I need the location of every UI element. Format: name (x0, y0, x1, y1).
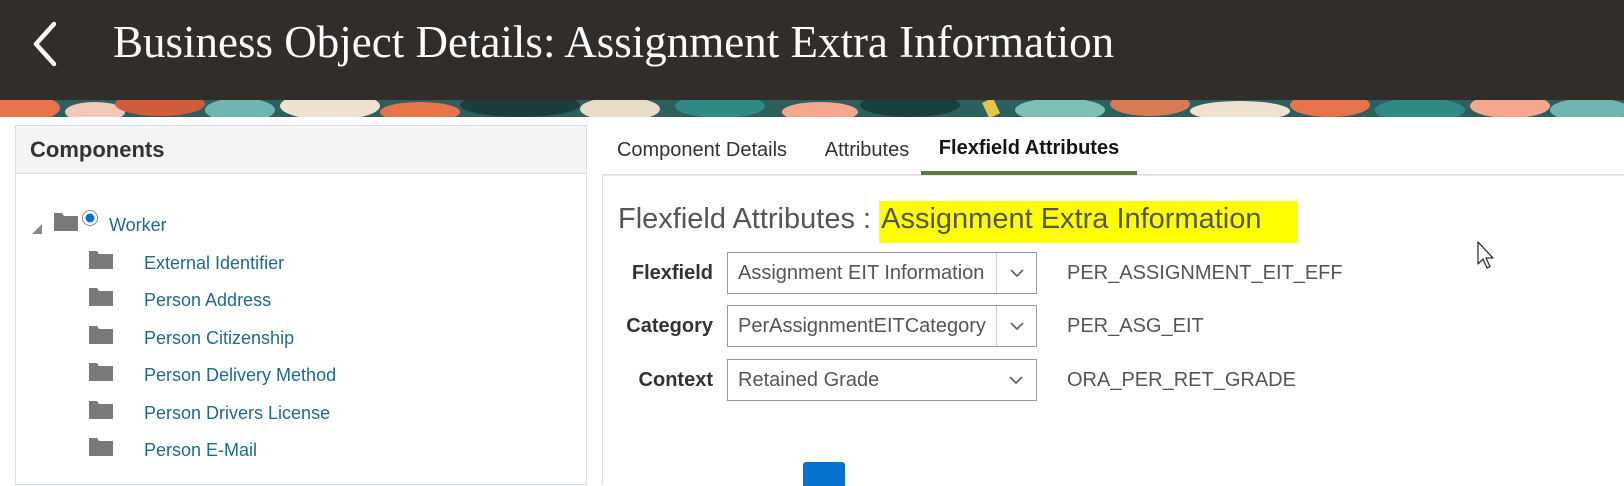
tree-item-person-citizenship[interactable]: Person Citizenship (88, 319, 294, 349)
tab-attributes[interactable]: Attributes (812, 125, 922, 175)
category-select-value: PerAssignmentEITCategory (738, 315, 986, 337)
tree-item-label[interactable]: Person Citizenship (144, 328, 294, 349)
folder-icon (89, 401, 113, 419)
flexfield-label: Flexfield (631, 262, 713, 284)
tree-item-worker[interactable]: Worker (53, 206, 167, 236)
radio-selected-icon[interactable] (81, 209, 99, 227)
section-title: Flexfield Attributes : Assignment Extra … (618, 201, 1298, 243)
chevron-down-icon (996, 253, 1036, 293)
section-title-highlight: Assignment Extra Information (879, 201, 1298, 243)
folder-icon (89, 438, 113, 456)
folder-icon (54, 213, 78, 231)
details-area: Component Details Attributes Flexfield A… (602, 125, 1624, 486)
tree-item-person-address[interactable]: Person Address (88, 281, 271, 311)
folder-icon (89, 326, 113, 344)
tree-item-label[interactable]: Worker (109, 215, 167, 236)
tree-item-label[interactable]: Person Delivery Method (144, 365, 336, 386)
tree-item-external-identifier[interactable]: External Identifier (88, 244, 284, 274)
tree-item-label[interactable]: External Identifier (144, 253, 284, 274)
chevron-left-icon (33, 21, 57, 67)
triangle-expanded-icon (32, 224, 42, 234)
primary-button[interactable] (803, 462, 845, 486)
tab-component-details[interactable]: Component Details (602, 125, 802, 175)
category-label: Category (626, 315, 713, 337)
tab-flexfield-attributes[interactable]: Flexfield Attributes (921, 125, 1137, 175)
components-panel-header: Components (16, 126, 586, 174)
chevron-down-icon (996, 306, 1036, 346)
folder-icon (89, 288, 113, 306)
category-select[interactable]: PerAssignmentEITCategory (727, 305, 1037, 347)
section-title-prefix: Flexfield Attributes : (618, 203, 880, 235)
chevron-down-icon (996, 360, 1036, 400)
flexfield-select-value: Assignment EIT Information (738, 262, 985, 284)
flexfield-attributes-panel: Flexfield Attributes : Assignment Extra … (602, 175, 1624, 486)
context-label: Context (638, 369, 713, 391)
folder-icon (89, 251, 113, 269)
flexfield-select[interactable]: Assignment EIT Information (727, 252, 1037, 294)
context-code: ORA_PER_RET_GRADE (1067, 369, 1296, 391)
tab-bar: Component Details Attributes Flexfield A… (602, 125, 1624, 175)
components-panel-title: Components (30, 136, 165, 162)
tree-item-label[interactable]: Person Address (144, 290, 271, 311)
context-select[interactable]: Retained Grade (727, 359, 1037, 401)
tree-item-person-email[interactable]: Person E-Mail (88, 431, 257, 461)
back-button[interactable] (28, 18, 68, 70)
mouse-pointer-icon (1477, 241, 1494, 269)
flexfield-code: PER_ASSIGNMENT_EIT_EFF (1067, 262, 1343, 284)
page-title: Business Object Details: Assignment Extr… (113, 17, 1115, 67)
context-select-value: Retained Grade (738, 369, 880, 391)
components-panel: Components Worker External Identifier Pe… (15, 125, 587, 485)
folder-icon (89, 363, 113, 381)
tree-item-person-drivers-license[interactable]: Person Drivers License (88, 394, 330, 424)
tree-item-label[interactable]: Person E-Mail (144, 440, 257, 461)
tree-item-person-delivery-method[interactable]: Person Delivery Method (88, 356, 336, 386)
tree-expand-toggle[interactable] (30, 221, 44, 235)
page-header: Business Object Details: Assignment Extr… (0, 0, 1624, 100)
category-code: PER_ASG_EIT (1067, 315, 1204, 337)
decorative-banner (0, 100, 1624, 117)
tree-item-label[interactable]: Person Drivers License (144, 403, 330, 424)
